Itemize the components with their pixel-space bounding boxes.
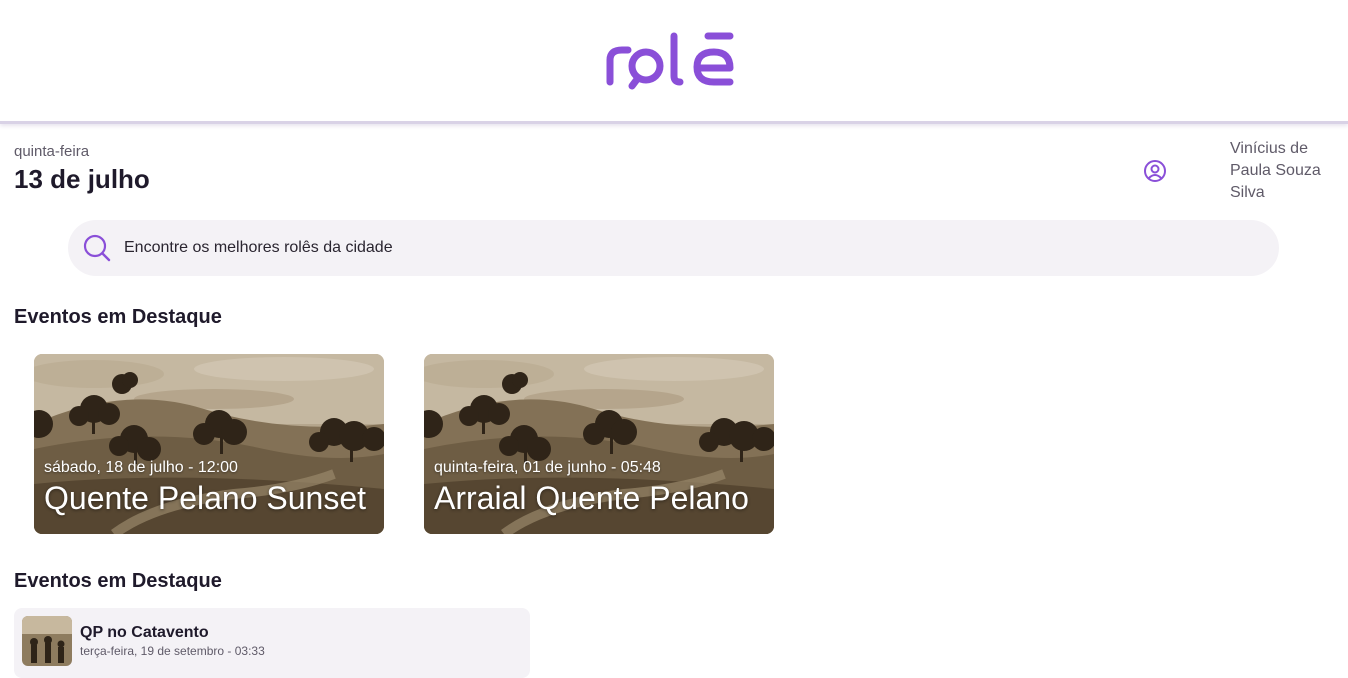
- current-date: quinta-feira 13 de julho: [14, 143, 150, 195]
- rolê-logo[interactable]: [604, 30, 744, 92]
- user-name[interactable]: Vinícius de Paula Souza Silva: [1230, 138, 1340, 204]
- event-thumbnail: [22, 616, 72, 666]
- search-bar[interactable]: [68, 220, 1279, 276]
- event-list-item[interactable]: QP no Catavento terça-feira, 19 de setem…: [14, 608, 530, 678]
- event-date: quinta-feira, 01 de junho - 05:48: [434, 459, 661, 476]
- weekday-label: quinta-feira: [14, 143, 90, 160]
- user-circle-icon[interactable]: [1143, 159, 1167, 183]
- event-title: Quente Pelano Sunset: [44, 480, 367, 516]
- featured-section-title: Eventos em Destaque: [14, 306, 222, 328]
- event-title: QP no Catavento: [80, 624, 209, 641]
- app-header: [0, 0, 1348, 124]
- search-icon: [83, 234, 111, 262]
- event-card[interactable]: quinta-feira, 01 de junho - 05:48 Arraia…: [424, 354, 774, 534]
- search-input[interactable]: [124, 220, 1254, 276]
- date-label: 13 de julho: [14, 164, 150, 194]
- event-card[interactable]: sábado, 18 de julho - 12:00 Quente Pelan…: [34, 354, 384, 534]
- event-title: Arraial Quente Pelano: [434, 480, 749, 516]
- events-list-title: Eventos em Destaque: [14, 570, 222, 592]
- event-date: sábado, 18 de julho - 12:00: [44, 459, 238, 476]
